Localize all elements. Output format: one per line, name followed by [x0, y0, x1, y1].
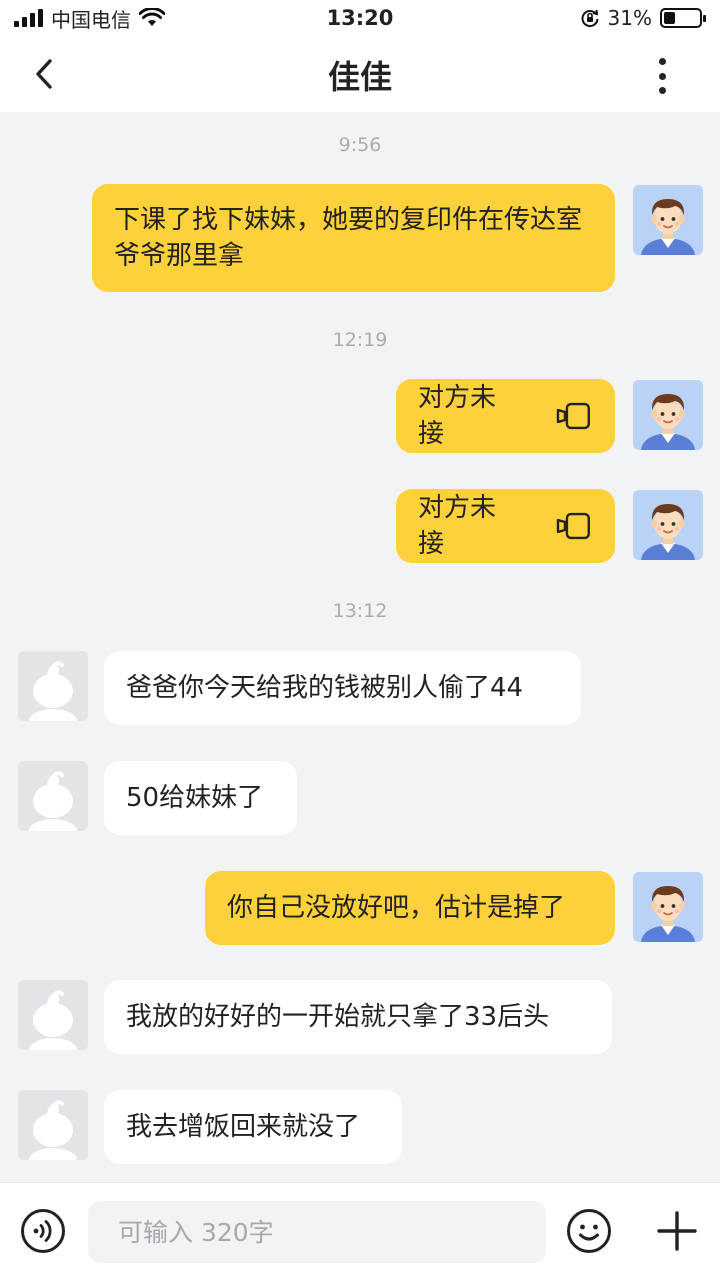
contact-avatar[interactable]: [18, 651, 88, 721]
more-dot-icon: [658, 72, 666, 80]
battery-level: [664, 12, 675, 24]
voice-input-icon[interactable]: [20, 1208, 66, 1254]
contact-avatar[interactable]: [18, 761, 88, 831]
default-avatar-icon: [29, 1100, 77, 1160]
battery-icon: [660, 8, 706, 28]
battery-percent: 31%: [607, 6, 652, 30]
man-avatar-icon: [641, 504, 695, 560]
man-avatar-icon: [641, 199, 695, 255]
plus-icon[interactable]: [656, 1210, 698, 1252]
message-text: 下课了找下妹妹，她要的复印件在传达室爷爷那里拿: [114, 205, 583, 271]
missed-call-bubble[interactable]: 对方未接: [396, 379, 615, 453]
message-text: 我放的好好的一开始就只拿了33后头: [126, 1002, 550, 1032]
call-status-text: 对方未接: [418, 493, 497, 559]
message-bubble-sent[interactable]: 你自己没放好吧，估计是掉了: [205, 871, 615, 945]
timestamp: 9:56: [338, 134, 382, 156]
message-bubble-received[interactable]: 我去增饭回来就没了: [104, 1090, 402, 1164]
default-avatar-icon: [29, 990, 77, 1050]
my-avatar[interactable]: [633, 185, 703, 255]
default-avatar-icon: [29, 661, 77, 721]
contact-avatar[interactable]: [18, 980, 88, 1050]
contact-avatar[interactable]: [18, 1090, 88, 1160]
message-text: 你自己没放好吧，估计是掉了: [227, 893, 566, 923]
message-bubble-sent[interactable]: 下课了找下妹妹，她要的复印件在传达室爷爷那里拿: [92, 184, 615, 292]
contact-name: 佳佳: [327, 58, 392, 96]
chat-messages[interactable]: 9:56 下课了找下妹妹，她要的复印件在传达室爷爷那里拿 12:19 对方未接 …: [0, 112, 720, 1182]
chat-header: 佳佳: [0, 36, 720, 112]
status-bar: 中国电信 13:20 31%: [0, 0, 720, 36]
timestamp: 12:19: [332, 329, 388, 351]
message-bubble-received[interactable]: 我放的好好的一开始就只拿了33后头: [104, 980, 612, 1054]
status-right: 31%: [580, 6, 706, 30]
man-avatar-icon: [641, 886, 695, 942]
message-bubble-received[interactable]: 爸爸你今天给我的钱被别人偷了44: [104, 651, 581, 725]
default-avatar-icon: [29, 771, 77, 831]
timestamp: 13:12: [332, 600, 388, 622]
my-avatar[interactable]: [633, 380, 703, 450]
input-bar: [0, 1182, 720, 1280]
man-avatar-icon: [641, 394, 695, 450]
more-dot-icon: [658, 87, 666, 94]
rotation-lock-icon: [581, 9, 599, 28]
missed-call-bubble[interactable]: 对方未接: [396, 489, 615, 563]
my-avatar[interactable]: [633, 872, 703, 942]
emoji-icon[interactable]: [566, 1208, 612, 1254]
message-text: 我去增饭回来就没了: [126, 1112, 361, 1142]
more-options-button[interactable]: [648, 56, 676, 96]
call-status-text: 对方未接: [418, 383, 497, 449]
my-avatar[interactable]: [633, 490, 703, 560]
more-dot-icon: [658, 58, 666, 65]
video-call-icon: [557, 402, 591, 430]
message-text: 50给妹妹了: [126, 783, 264, 813]
message-input[interactable]: [88, 1201, 546, 1263]
video-call-icon: [557, 512, 591, 540]
message-bubble-received[interactable]: 50给妹妹了: [104, 761, 297, 835]
message-text: 爸爸你今天给我的钱被别人偷了44: [126, 673, 524, 703]
